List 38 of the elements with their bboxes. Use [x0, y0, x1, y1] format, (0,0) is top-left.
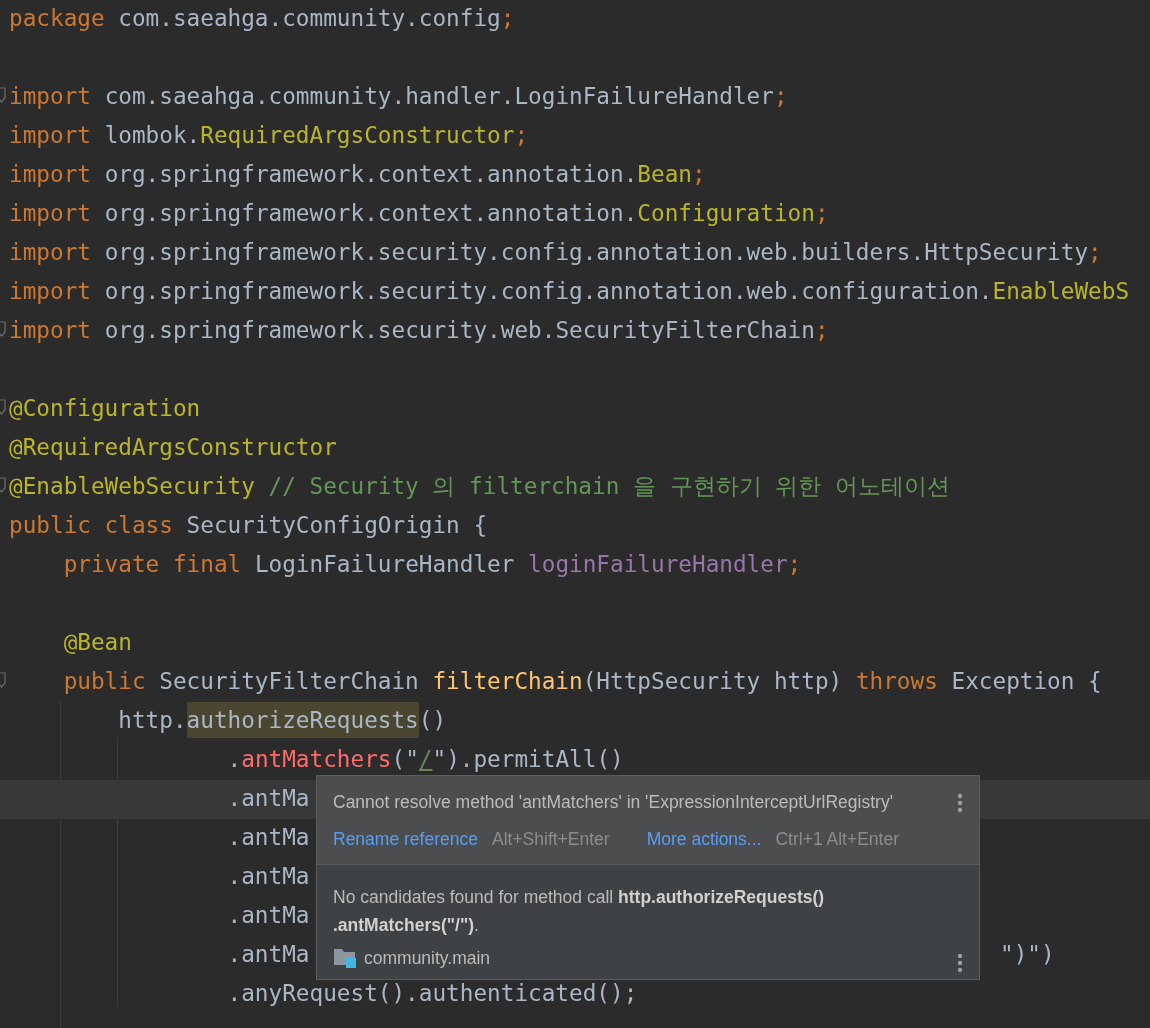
shortcut-hint: Alt+Shift+Enter: [491, 829, 610, 850]
code-line: import org.springframework.security.config.annotation.web.builders.HttpSecurity;: [9, 238, 1102, 267]
more-options-icon[interactable]: [957, 953, 963, 973]
action-link[interactable]: Rename reference: [333, 829, 478, 850]
fold-marker-icon[interactable]: [0, 321, 7, 337]
code-line: import org.springframework.security.web.SecurityFilterChain;: [9, 316, 829, 345]
code-line: @Bean: [62, 628, 132, 657]
fold-marker-icon[interactable]: [0, 477, 7, 493]
detail-message: No candidates found for method call http.authorizeRequests() .antMatchers("/").: [333, 886, 826, 937]
fold-marker-icon[interactable]: [0, 87, 7, 103]
code-line: .antMa: [226, 940, 310, 969]
code-line: public SecurityFilterChain filterChain(HttpSecurity http) throws Exception {: [62, 667, 1102, 696]
code-line: import com.saeahga.community.handler.LoginFailureHandler;: [9, 82, 788, 111]
code-line: @EnableWebSecurity // Security 의 filterchain 을 구현하기 위한 어노테이션: [9, 472, 950, 501]
code-line: import org.springframework.context.annotation.Configuration;: [9, 199, 829, 228]
code-line: .antMa: [226, 862, 310, 891]
code-fragment: ")"): [1000, 940, 1055, 969]
action-link[interactable]: More actions...: [646, 829, 762, 850]
fold-marker-icon[interactable]: [0, 399, 7, 415]
code-line: public class SecurityConfigOrigin {: [9, 511, 488, 540]
module-name: community.main: [364, 947, 491, 969]
error-message: Cannot resolve method 'antMatchers' in 'ExpressionInterceptUrlRegistry': [333, 792, 893, 813]
code-line: import org.springframework.context.annotation.Bean;: [9, 160, 706, 189]
code-line: import org.springframework.security.config.annotation.web.configuration.EnableWebS: [9, 277, 1130, 306]
folder-icon: [333, 947, 357, 969]
code-line: package com.saeahga.community.config;: [9, 4, 515, 33]
code-line: @Configuration: [9, 394, 201, 423]
code-line: .antMa: [226, 823, 310, 852]
fold-marker-icon[interactable]: [0, 672, 7, 688]
shortcut-hint: Ctrl+1 Alt+Enter: [775, 829, 899, 850]
code-line: .antMa: [226, 784, 310, 813]
code-line: .antMatchers("/").permitAll(): [226, 745, 624, 774]
code-line: private final LoginFailureHandler loginFailureHandler;: [62, 550, 802, 579]
code-line: .anyRequest().authenticated();: [226, 979, 638, 1008]
more-options-icon[interactable]: [957, 792, 963, 813]
code-line: .antMa: [226, 901, 310, 930]
code-line: import lombok.RequiredArgsConstructor;: [9, 121, 529, 150]
code-line: @RequiredArgsConstructor: [9, 433, 337, 462]
